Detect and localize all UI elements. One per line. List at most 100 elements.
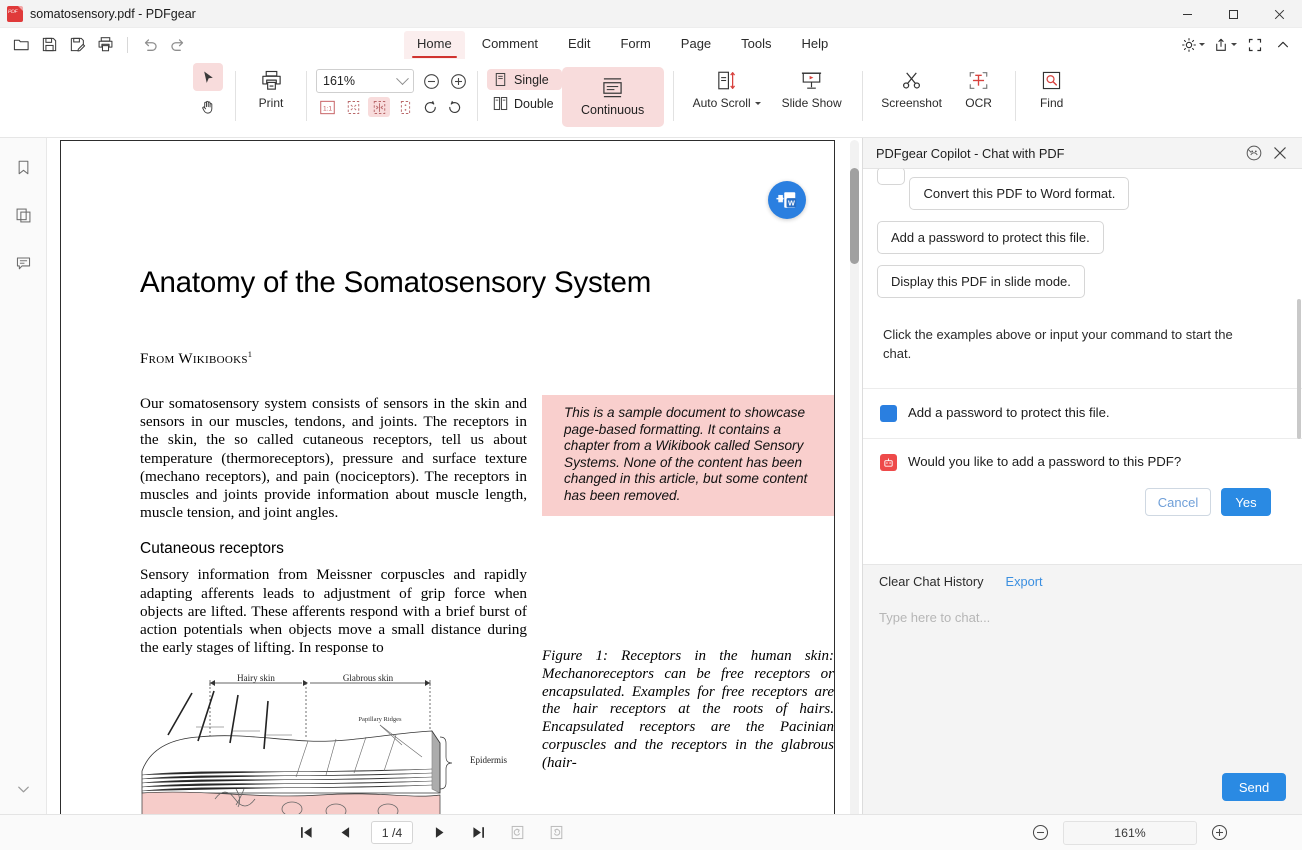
- bookmarks-panel-icon[interactable]: [8, 154, 38, 180]
- window-title: somatosensory.pdf - PDFgear: [30, 6, 196, 21]
- rotate-right-button[interactable]: [543, 821, 569, 845]
- theme-brightness-icon[interactable]: [1178, 32, 1208, 58]
- svg-text:W: W: [788, 199, 795, 208]
- user-avatar: [880, 405, 897, 422]
- open-file-icon[interactable]: [8, 32, 34, 58]
- cancel-button[interactable]: Cancel: [1145, 488, 1211, 516]
- ribbon-tabs: Home Comment Edit Form Page Tools Help: [404, 28, 841, 61]
- ribbon-divider: [235, 71, 236, 121]
- last-page-button[interactable]: [465, 821, 491, 845]
- toolbar-divider: [127, 36, 128, 53]
- status-zoom-value[interactable]: 161%: [1063, 820, 1197, 845]
- tab-page-label: Page: [680, 35, 712, 51]
- fullscreen-icon[interactable]: [1242, 32, 1268, 58]
- save-as-file-icon[interactable]: [64, 32, 90, 58]
- page-number-input[interactable]: 1 /4: [371, 821, 413, 844]
- rotate-counterclockwise-button[interactable]: [444, 97, 464, 117]
- continuous-label: Continuous: [581, 103, 645, 117]
- send-button[interactable]: Send: [1222, 773, 1286, 801]
- save-file-icon[interactable]: [36, 32, 62, 58]
- expand-rail-chevron-down-icon[interactable]: [8, 776, 38, 802]
- chat-message-scroll[interactable]: Convert this PDF to Word format. Add a p…: [863, 169, 1302, 564]
- tab-tools[interactable]: Tools: [728, 31, 784, 59]
- left-sidebar-rail: [0, 138, 47, 814]
- double-page-button[interactable]: Double: [487, 93, 562, 114]
- find-button[interactable]: Find: [1025, 63, 1079, 110]
- chat-close-icon[interactable]: [1267, 140, 1293, 166]
- screenshot-button[interactable]: Screenshot: [872, 63, 952, 110]
- auto-scroll-button[interactable]: Auto Scroll: [683, 63, 771, 110]
- suggestion-convert-to-word[interactable]: Convert this PDF to Word format.: [909, 177, 1130, 210]
- status-zoom-in-button[interactable]: [1209, 822, 1230, 843]
- previous-page-button[interactable]: [332, 821, 358, 845]
- undo-icon[interactable]: [137, 32, 163, 58]
- chat-suggestions: Convert this PDF to Word format. Add a p…: [863, 169, 1302, 323]
- ribbon-group-view: Auto Scroll Slide Show: [683, 61, 872, 133]
- double-page-label: Double: [514, 96, 554, 111]
- tab-home[interactable]: Home: [404, 30, 465, 59]
- fit-width-button[interactable]: [368, 97, 390, 117]
- tab-form[interactable]: Form: [607, 31, 663, 59]
- pdf-viewer[interactable]: Anatomy of the Somatosensory System From…: [47, 138, 862, 814]
- status-zoom-out-button[interactable]: [1030, 822, 1051, 843]
- maximize-button[interactable]: [1210, 0, 1256, 28]
- viewer-scrollbar[interactable]: [850, 140, 859, 814]
- chat-composer[interactable]: Type here to chat... Send: [863, 598, 1302, 814]
- close-button[interactable]: [1256, 0, 1302, 28]
- suggestion-clipped-above[interactable]: [877, 169, 905, 185]
- export-chat-button[interactable]: Export: [1006, 574, 1043, 589]
- print-quick-icon[interactable]: [92, 32, 118, 58]
- first-page-button[interactable]: [293, 821, 319, 845]
- user-message-text: Add a password to protect this file.: [908, 405, 1110, 420]
- hand-pan-tool[interactable]: [193, 93, 223, 121]
- rotate-left-button[interactable]: [504, 821, 530, 845]
- fit-visible-button[interactable]: [394, 97, 416, 117]
- byline-footnote: 1: [247, 349, 253, 359]
- continuous-scroll-button[interactable]: Continuous: [561, 67, 664, 127]
- svg-text:Papillary Ridges: Papillary Ridges: [358, 716, 402, 723]
- print-button[interactable]: Print: [245, 63, 297, 110]
- window-action-buttons: [1178, 28, 1296, 61]
- slide-show-button[interactable]: Slide Show: [771, 63, 853, 110]
- suggestion-slide-mode[interactable]: Display this PDF in slide mode.: [877, 265, 1085, 298]
- assistant-avatar-icon: [880, 454, 897, 471]
- fit-page-button[interactable]: [342, 97, 364, 117]
- rotate-clockwise-button[interactable]: [420, 97, 440, 117]
- suggestion-add-password[interactable]: Add a password to protect this file.: [877, 221, 1104, 254]
- document-byline: From Wikibooks1: [140, 349, 755, 368]
- convert-to-word-icon[interactable]: W: [768, 181, 806, 219]
- thumbnails-panel-icon[interactable]: [8, 202, 38, 228]
- single-page-button[interactable]: Single: [487, 69, 562, 90]
- zoom-in-button[interactable]: [448, 71, 468, 91]
- ocr-button[interactable]: OCR: [952, 63, 1006, 110]
- tab-comment[interactable]: Comment: [469, 31, 551, 59]
- pdf-page: Anatomy of the Somatosensory System From…: [60, 140, 835, 814]
- share-export-icon[interactable]: [1210, 32, 1240, 58]
- tab-help[interactable]: Help: [789, 31, 842, 59]
- collapse-ribbon-icon[interactable]: [1270, 32, 1296, 58]
- tab-edit[interactable]: Edit: [555, 31, 603, 59]
- tab-page[interactable]: Page: [668, 31, 724, 59]
- next-page-button[interactable]: [426, 821, 452, 845]
- yes-button[interactable]: Yes: [1221, 488, 1271, 516]
- actual-size-button[interactable]: 1:1: [316, 97, 338, 117]
- zoom-level-select[interactable]: 161%: [316, 69, 414, 93]
- ribbon-toolbar: Print 161% 1:1 Single Double Continuous …: [0, 61, 1302, 138]
- zoom-out-button[interactable]: [421, 71, 441, 91]
- pdf-file-icon: [7, 5, 23, 22]
- tab-home-label: Home: [417, 35, 452, 51]
- copilot-avatar-icon[interactable]: [1241, 140, 1267, 166]
- auto-scroll-label: Auto Scroll: [692, 96, 751, 110]
- redo-icon[interactable]: [165, 32, 191, 58]
- chat-scrollbar-thumb[interactable]: [1297, 299, 1301, 439]
- viewer-scrollbar-thumb[interactable]: [850, 168, 859, 264]
- chevron-down-icon: [396, 71, 409, 85]
- clear-chat-history-button[interactable]: Clear Chat History: [879, 574, 984, 589]
- chat-message-user: Add a password to protect this file.: [863, 389, 1302, 438]
- title-bar: somatosensory.pdf - PDFgear: [0, 0, 1302, 28]
- chevron-down-icon: [1199, 43, 1205, 46]
- select-arrow-tool[interactable]: [193, 63, 223, 91]
- minimize-button[interactable]: [1164, 0, 1210, 28]
- chat-input-placeholder[interactable]: Type here to chat...: [879, 610, 1286, 625]
- comments-panel-icon[interactable]: [8, 250, 38, 276]
